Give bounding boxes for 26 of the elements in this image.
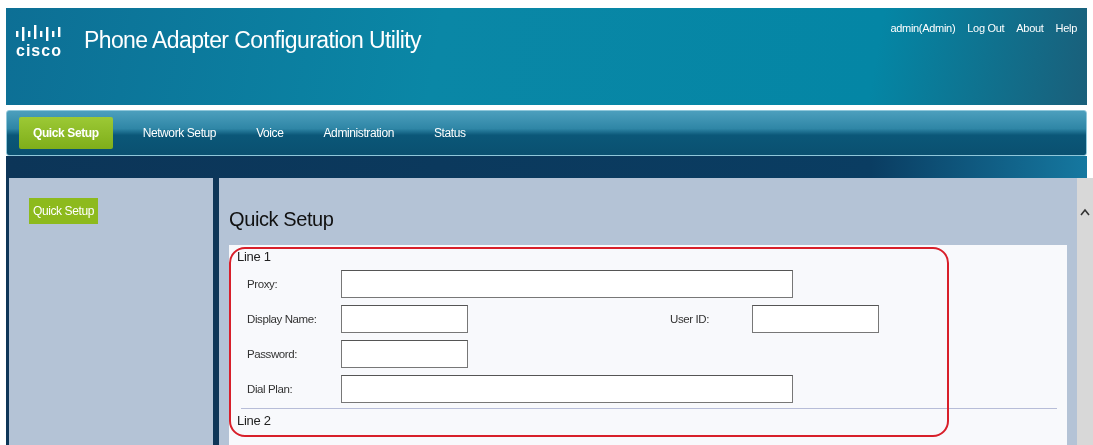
scroll-up-icon[interactable] (1080, 208, 1090, 216)
header-link[interactable]: admin(Admin) (890, 22, 956, 34)
input-field[interactable] (341, 304, 468, 333)
nav-tab[interactable]: Administration (313, 119, 404, 147)
header-link[interactable]: About (1016, 22, 1044, 34)
app-title: Phone Adapter Configuration Utility (84, 27, 421, 54)
header-link[interactable]: Log Out (967, 22, 1005, 34)
nav-tab[interactable]: Network Setup (132, 119, 227, 147)
input-field[interactable] (341, 374, 793, 403)
input-field[interactable] (752, 304, 879, 333)
field-label: Proxy: (247, 277, 279, 290)
field-label: Display Name: (247, 312, 318, 325)
section-title: Line 1 (237, 249, 272, 264)
input-field[interactable] (341, 339, 468, 368)
logo-bars-icon (16, 22, 62, 42)
nav-tab[interactable]: Status (423, 119, 476, 147)
section-title: Line 2 (237, 413, 272, 428)
field-label: Dial Plan: (247, 382, 294, 395)
scrollbar[interactable] (1077, 178, 1093, 445)
logo-wordmark: cisco (16, 43, 62, 59)
field-label: Password: (247, 347, 299, 360)
page-title: Quick Setup (229, 208, 335, 231)
header-link[interactable]: Help (1055, 22, 1077, 34)
nav-tab[interactable]: Voice (246, 119, 294, 147)
field-label: User ID: (670, 312, 710, 325)
input-field[interactable] (341, 269, 793, 298)
